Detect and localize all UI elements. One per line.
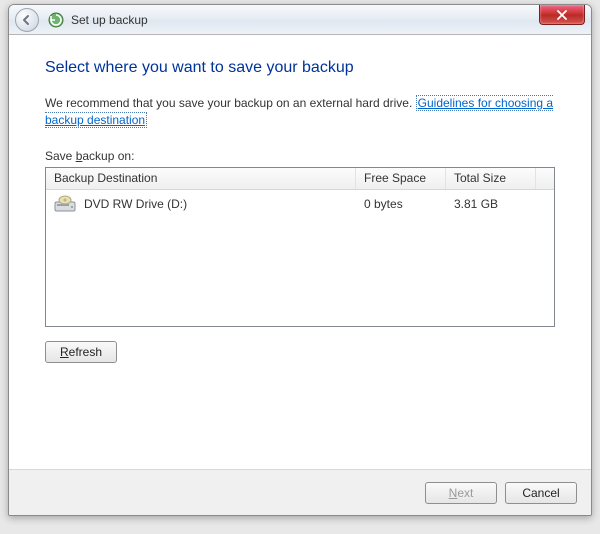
refresh-area: Refresh	[45, 341, 555, 363]
titlebar: Set up backup	[9, 5, 591, 35]
next-button[interactable]: Next	[425, 482, 497, 504]
cancel-button[interactable]: Cancel	[505, 482, 577, 504]
col-free-space[interactable]: Free Space	[356, 168, 446, 189]
list-header: Backup Destination Free Space Total Size	[46, 168, 554, 190]
refresh-button[interactable]: Refresh	[45, 341, 117, 363]
destination-list[interactable]: Backup Destination Free Space Total Size	[45, 167, 555, 327]
back-button[interactable]	[15, 8, 39, 32]
back-arrow-icon	[21, 14, 33, 26]
row-total-size: 3.81 GB	[446, 197, 536, 211]
table-row[interactable]: DVD RW Drive (D:) 0 bytes 3.81 GB	[46, 190, 554, 218]
wizard-footer: Next Cancel	[9, 469, 591, 515]
wizard-content: Select where you want to save your backu…	[9, 35, 591, 363]
save-on-label: Save backup on:	[45, 149, 555, 163]
backup-app-icon	[47, 11, 65, 29]
col-padding	[536, 168, 554, 189]
row-destination-name: DVD RW Drive (D:)	[84, 197, 187, 211]
close-button[interactable]	[539, 5, 585, 25]
page-heading: Select where you want to save your backu…	[45, 59, 555, 77]
wizard-window: Set up backup Select where you want to s…	[8, 4, 592, 516]
close-icon	[556, 10, 568, 20]
window-title: Set up backup	[71, 13, 148, 27]
recommend-text: We recommend that you save your backup o…	[45, 95, 555, 129]
dvd-drive-icon	[54, 195, 76, 213]
col-destination[interactable]: Backup Destination	[46, 168, 356, 189]
col-total-size[interactable]: Total Size	[446, 168, 536, 189]
row-free-space: 0 bytes	[356, 197, 446, 211]
recommend-prefix: We recommend that you save your backup o…	[45, 96, 416, 110]
